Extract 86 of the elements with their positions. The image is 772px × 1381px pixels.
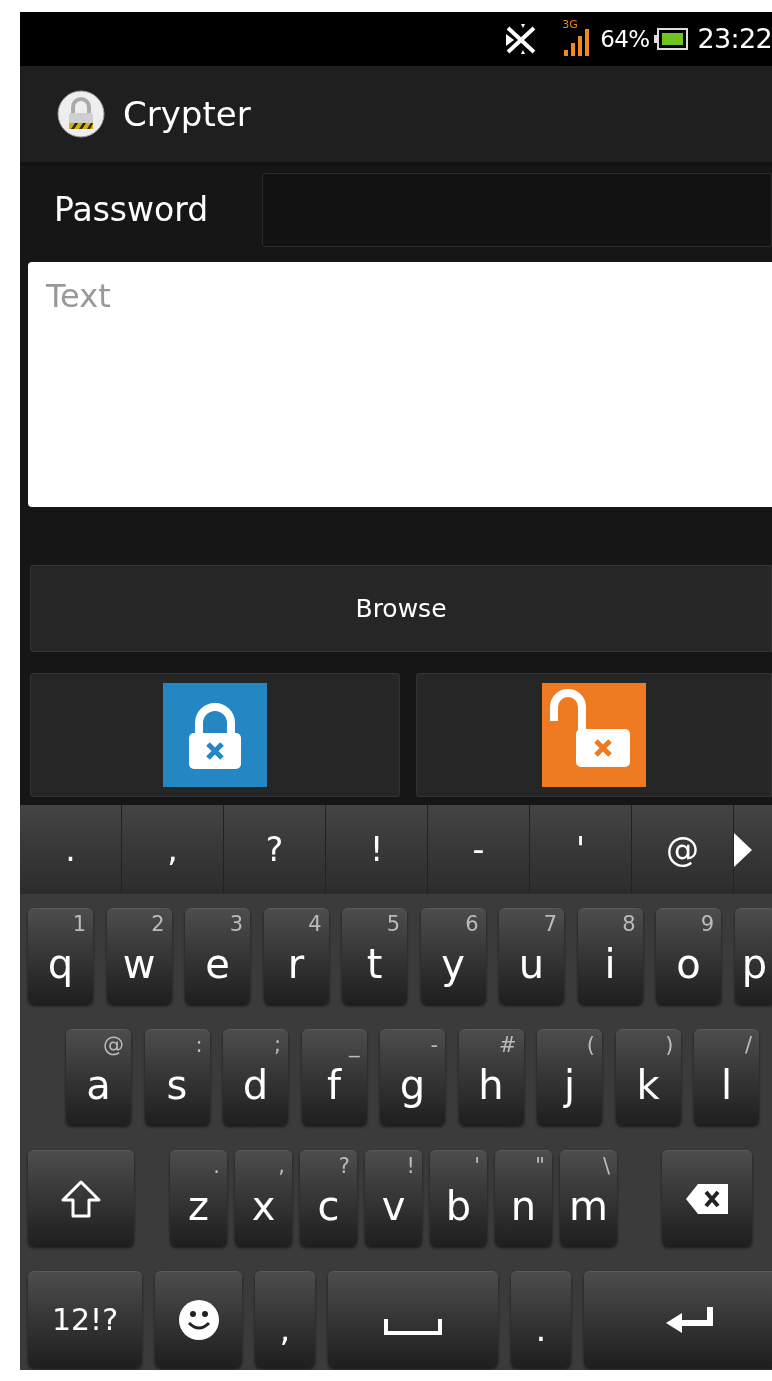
key-hint: 2 xyxy=(151,911,165,938)
letter-key[interactable]: _ f xyxy=(301,1029,367,1125)
browse-button[interactable]: Browse xyxy=(30,565,772,652)
key-hint: \ xyxy=(602,1153,610,1180)
open-padlock-icon xyxy=(542,683,646,787)
symbols-key[interactable]: 12!? xyxy=(28,1271,142,1367)
letter-key[interactable]: 5 t xyxy=(342,908,407,1004)
key-hint: . xyxy=(213,1153,220,1180)
suggestion-key[interactable]: - xyxy=(428,805,530,894)
backspace-key[interactable] xyxy=(662,1150,752,1246)
key-hint: # xyxy=(498,1032,517,1059)
key-hint: ' xyxy=(474,1153,480,1180)
letter-key[interactable]: \ m xyxy=(560,1150,617,1246)
key-hint: 7 xyxy=(543,911,557,938)
space-bar-icon xyxy=(384,1318,442,1335)
suggestion-key[interactable]: ! xyxy=(326,805,428,894)
key-hint: 4 xyxy=(308,911,322,938)
network-type-label: 3G xyxy=(562,19,578,30)
letter-key[interactable]: ; d xyxy=(223,1029,288,1125)
encrypt-button[interactable] xyxy=(30,673,400,797)
key-hint: 1 xyxy=(72,911,86,938)
smiley-icon xyxy=(178,1299,219,1340)
enter-key[interactable] xyxy=(584,1271,772,1367)
key-hint: _ xyxy=(349,1032,360,1059)
locked-padlock-icon xyxy=(163,683,267,787)
letter-key[interactable]: 3 e xyxy=(185,908,250,1004)
key-hint: : xyxy=(195,1032,203,1059)
suggestion-key[interactable]: . xyxy=(20,805,122,894)
signal-bars-icon xyxy=(562,28,591,56)
letter-key[interactable]: . z xyxy=(170,1150,227,1246)
letter-key[interactable]: ! v xyxy=(365,1150,422,1246)
battery-icon xyxy=(653,28,688,50)
letter-key[interactable]: 9 o xyxy=(656,908,721,1004)
key-hint: , xyxy=(278,1153,285,1180)
key-hint: 6 xyxy=(465,911,479,938)
key-hint: 8 xyxy=(622,911,636,938)
password-label: Password xyxy=(54,189,210,232)
backspace-icon xyxy=(686,1183,728,1214)
letter-key[interactable]: / l xyxy=(694,1029,759,1125)
padlock-icon xyxy=(57,90,105,138)
key-hint: ? xyxy=(338,1153,350,1180)
letter-key[interactable]: 1 q xyxy=(28,908,93,1004)
letter-key[interactable]: ( j xyxy=(537,1029,602,1125)
punctuation-key[interactable]: , xyxy=(255,1271,315,1367)
shift-key[interactable] xyxy=(28,1150,134,1246)
punctuation-key[interactable]: . xyxy=(511,1271,571,1367)
letter-key[interactable]: : s xyxy=(144,1029,210,1125)
key-hint: 9 xyxy=(700,911,714,938)
battery-percent: 64% xyxy=(600,24,650,54)
key-hint: ( xyxy=(586,1032,595,1059)
letter-key[interactable]: 2 w xyxy=(106,908,172,1004)
triangle-right-icon xyxy=(734,832,752,867)
key-hint: ) xyxy=(665,1032,674,1059)
letter-key[interactable]: ) k xyxy=(615,1029,681,1125)
suggestion-key[interactable]: ' xyxy=(530,805,632,894)
key-hint: " xyxy=(535,1153,545,1180)
suggestion-key[interactable]: , xyxy=(122,805,224,894)
emoji-key[interactable] xyxy=(155,1271,242,1367)
key-hint: / xyxy=(744,1032,752,1059)
key-hint: ; xyxy=(273,1032,281,1059)
key-hint: - xyxy=(430,1032,438,1059)
letter-key[interactable]: 7 u xyxy=(499,908,564,1004)
key-hint: 3 xyxy=(229,911,243,938)
letter-key[interactable]: - g xyxy=(380,1029,445,1125)
key-hint: ! xyxy=(406,1153,415,1180)
text-input-area[interactable]: Text xyxy=(28,262,772,507)
key-hint: 5 xyxy=(386,911,400,938)
letter-key[interactable]: 8 i xyxy=(577,908,643,1004)
key-hint: @ xyxy=(103,1032,124,1059)
letter-key[interactable]: " n xyxy=(495,1150,552,1246)
letter-key[interactable]: , x xyxy=(235,1150,292,1246)
clock-time: 23:22 xyxy=(697,21,772,56)
password-field[interactable] xyxy=(262,173,772,247)
return-arrow-icon xyxy=(666,1304,714,1335)
decrypt-button[interactable] xyxy=(416,673,772,797)
letter-key[interactable]: 4 r xyxy=(263,908,329,1004)
shift-arrow-icon xyxy=(60,1178,102,1219)
letter-key[interactable]: ' b xyxy=(430,1150,487,1246)
suggestion-key[interactable]: ? xyxy=(224,805,326,894)
letter-key[interactable]: p xyxy=(734,908,772,1004)
app-title: Crypter xyxy=(123,92,251,136)
letter-key[interactable]: @ a xyxy=(66,1029,131,1125)
letter-key[interactable]: # h xyxy=(458,1029,524,1125)
letter-key[interactable]: ? c xyxy=(300,1150,357,1246)
letter-key[interactable]: 6 y xyxy=(420,908,486,1004)
space-key[interactable] xyxy=(328,1271,498,1367)
